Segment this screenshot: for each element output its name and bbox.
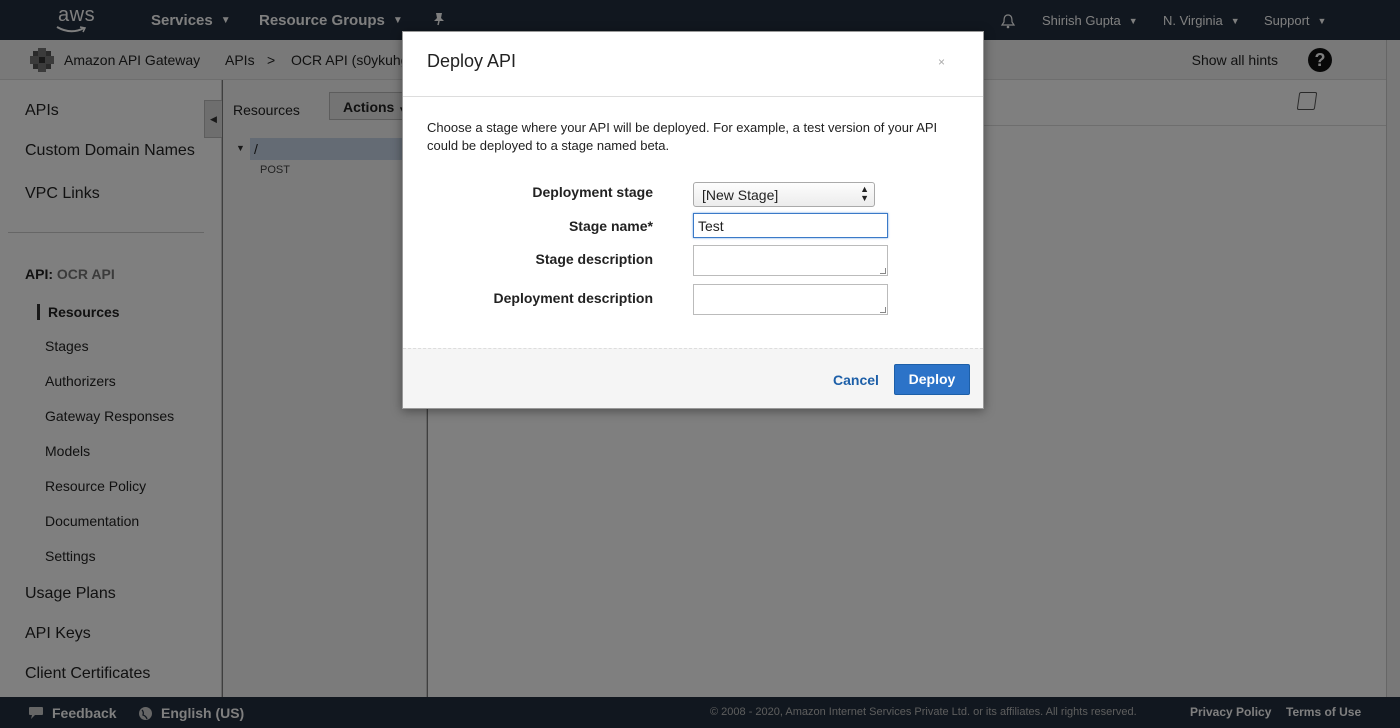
resize-grip-icon[interactable] [880, 268, 886, 274]
deploy-api-dialog: Deploy API × Choose a stage where your A… [402, 31, 984, 409]
cancel-button[interactable]: Cancel [833, 372, 879, 388]
dialog-intro-text: Choose a stage where your API will be de… [427, 120, 938, 153]
dialog-title: Deploy API [427, 51, 517, 71]
deployment-description-label: Deployment description [493, 290, 653, 306]
deployment-stage-value: [New Stage] [702, 187, 779, 203]
stage-name-input[interactable]: Test [693, 213, 888, 238]
deploy-button[interactable]: Deploy [894, 364, 970, 395]
deployment-stage-label: Deployment stage [532, 184, 653, 200]
stage-description-label: Stage description [535, 251, 653, 267]
close-icon[interactable]: × [938, 55, 945, 69]
select-arrows-icon: ▲ ▼ [860, 184, 869, 203]
dialog-body: Choose a stage where your API will be de… [403, 97, 983, 349]
dialog-footer: Cancel Deploy [403, 348, 983, 408]
resize-grip-icon[interactable] [880, 307, 886, 313]
deployment-description-textarea[interactable] [693, 284, 888, 315]
deployment-stage-select[interactable]: [New Stage] ▲ ▼ [693, 182, 875, 207]
dialog-header: Deploy API × [403, 32, 983, 97]
stage-description-textarea[interactable] [693, 245, 888, 276]
stage-name-label: Stage name* [568, 218, 653, 234]
